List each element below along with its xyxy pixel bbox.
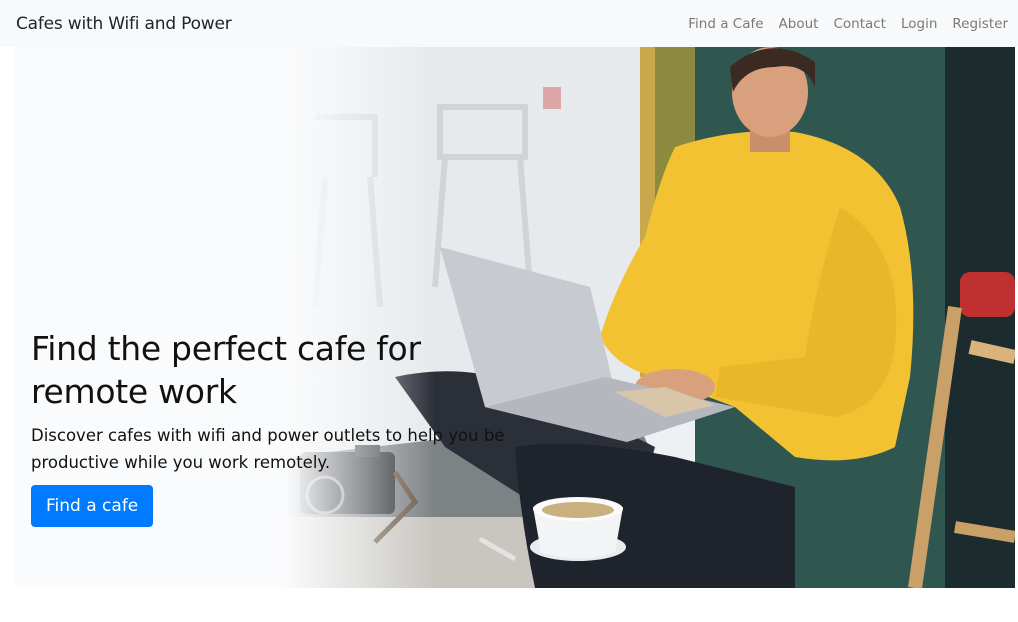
hero-section: Find the perfect cafe for remote work Di… xyxy=(15,47,1015,588)
nav-links: Find a Cafe About Contact Login Register xyxy=(688,16,1008,32)
find-a-cafe-button[interactable]: Find a cafe xyxy=(31,485,154,527)
hero-subtitle-line-1: Discover cafes with wifi and power outle… xyxy=(31,426,505,445)
hero-text-block: Find the perfect cafe for remote work Di… xyxy=(31,327,531,476)
hero-subtitle: Discover cafes with wifi and power outle… xyxy=(31,422,531,476)
brand-link[interactable]: Cafes with Wifi and Power xyxy=(16,14,232,34)
nav-link-about[interactable]: About xyxy=(779,16,819,32)
hero-title: Find the perfect cafe for remote work xyxy=(31,327,531,413)
hero-title-line-1: Find the perfect cafe for xyxy=(31,329,421,368)
navbar: Cafes with Wifi and Power Find a Cafe Ab… xyxy=(0,0,1018,47)
hero-title-line-2: remote work xyxy=(31,372,237,411)
hero-subtitle-line-2: productive while you work remotely. xyxy=(31,453,331,472)
nav-link-contact[interactable]: Contact xyxy=(833,16,886,32)
nav-link-register[interactable]: Register xyxy=(952,16,1008,32)
hero-gradient-overlay xyxy=(15,47,1015,588)
nav-link-find-a-cafe[interactable]: Find a Cafe xyxy=(688,16,763,32)
nav-link-login[interactable]: Login xyxy=(901,16,937,32)
